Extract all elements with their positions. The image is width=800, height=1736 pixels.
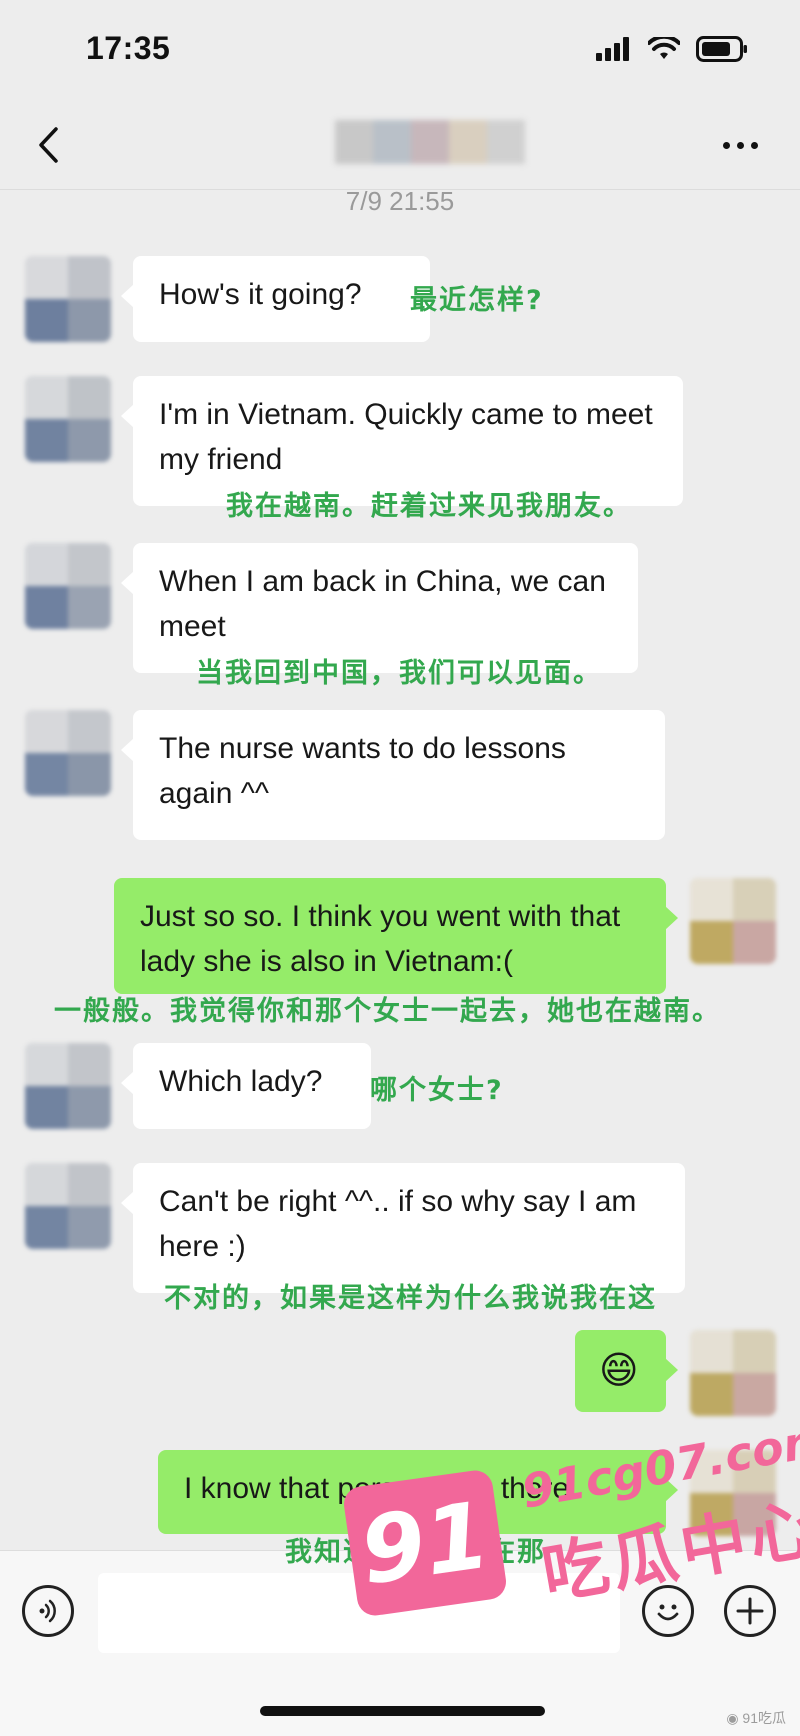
message-translation: 我在越南。赶着过来见我朋友。 bbox=[226, 491, 632, 522]
voice-icon bbox=[39, 1599, 56, 1623]
message-translation: 哪个女士? bbox=[370, 1075, 504, 1106]
message-text: When I am back in China, we can meet bbox=[159, 565, 606, 643]
chat-timestamp: 7/9 21:55 bbox=[345, 186, 455, 216]
more-options-button[interactable] bbox=[716, 130, 764, 160]
nav-bar bbox=[0, 100, 800, 190]
message-text: Just so so. I think you went with that l… bbox=[140, 900, 621, 978]
status-bar: 17:35 bbox=[0, 0, 800, 100]
back-button[interactable] bbox=[28, 122, 68, 168]
message-translation: 当我回到中国，我们可以见面。 bbox=[196, 658, 602, 689]
message-text: I'm in Vietnam. Quickly came to meet my … bbox=[159, 398, 653, 476]
message-bubble-incoming[interactable]: The nurse wants to do lessons again ^^ bbox=[121, 710, 665, 840]
watermark-logo: 91 bbox=[341, 1468, 509, 1618]
user-avatar[interactable] bbox=[690, 1330, 776, 1416]
message-text: The nurse wants to do lessons again ^^ bbox=[159, 732, 566, 810]
voice-input-button[interactable] bbox=[22, 1585, 74, 1637]
contact-avatar[interactable] bbox=[25, 710, 111, 796]
message-bubble-incoming[interactable]: Which lady? bbox=[121, 1043, 371, 1129]
message-text: Which lady? bbox=[159, 1065, 323, 1098]
message-bubble-outgoing[interactable]: 😄 bbox=[575, 1330, 678, 1412]
contact-avatar[interactable] bbox=[25, 376, 111, 462]
contact-avatar[interactable] bbox=[25, 1163, 111, 1249]
message-translation: 不对的，如果是这样为什么我说我在这 bbox=[164, 1283, 657, 1314]
status-icons bbox=[596, 36, 748, 62]
message-bubble-incoming[interactable]: How's it going? bbox=[121, 256, 430, 342]
cellular-signal-icon bbox=[596, 37, 629, 61]
chevron-left-icon bbox=[39, 127, 58, 163]
message-bubble-outgoing[interactable]: Just so so. I think you went with that l… bbox=[114, 878, 678, 994]
user-avatar[interactable] bbox=[690, 878, 776, 964]
contact-avatar[interactable] bbox=[25, 543, 111, 629]
contact-name-redacted[interactable] bbox=[335, 120, 525, 164]
message-text: How's it going? bbox=[159, 278, 362, 311]
wifi-icon bbox=[648, 37, 680, 59]
home-indicator[interactable] bbox=[260, 1706, 545, 1716]
contact-avatar[interactable] bbox=[25, 256, 111, 342]
message-text: Can't be right ^^.. if so why say I am h… bbox=[159, 1185, 637, 1263]
message-bubble-incoming[interactable]: Can't be right ^^.. if so why say I am h… bbox=[121, 1163, 685, 1293]
grinning-emoji: 😄 bbox=[599, 1350, 639, 1392]
message-translation: 一般般。我觉得你和那个女士一起去，她也在越南。 bbox=[54, 996, 721, 1027]
corner-watermark: ◉ 91吃瓜 bbox=[726, 1710, 786, 1726]
battery-icon bbox=[696, 36, 747, 62]
message-translation: 最近怎样? bbox=[410, 285, 544, 316]
watermark: 91 91cg07.com 吃瓜中心 bbox=[341, 1411, 800, 1618]
status-time: 17:35 bbox=[86, 30, 171, 66]
contact-avatar[interactable] bbox=[25, 1043, 111, 1129]
